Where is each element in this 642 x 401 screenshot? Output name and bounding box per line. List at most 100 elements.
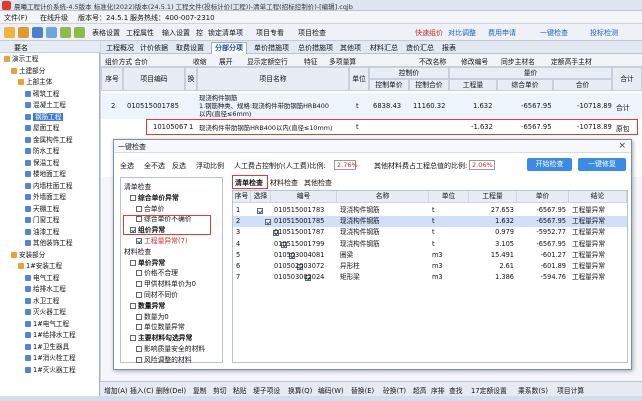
group-mode[interactable]: 组价方式 合价 xyxy=(105,56,148,66)
check-option[interactable]: 同材不同价 xyxy=(136,289,178,299)
tree-node[interactable]: 1#给排水工程 xyxy=(25,331,76,339)
action-add[interactable]: 增加(A) xyxy=(104,385,128,395)
checkbox[interactable] xyxy=(136,324,142,331)
modify-code-checkbox[interactable]: 修改编号 xyxy=(461,56,488,66)
tab-8[interactable]: 造价汇总 xyxy=(403,43,437,53)
tree-node[interactable]: 天棚工程 xyxy=(25,205,59,213)
tree-node[interactable]: 1#安装工程 xyxy=(18,262,62,270)
undo-icon[interactable] xyxy=(60,27,71,38)
row-checkbox[interactable] xyxy=(257,208,263,214)
check-option[interactable]: 数量为0 xyxy=(136,311,169,321)
tab-7[interactable]: 材料汇总 xyxy=(367,43,401,53)
close-icon[interactable]: × xyxy=(618,141,626,151)
check-option[interactable]: 综合单价异常 xyxy=(130,192,179,202)
onekey-check-button[interactable]: 一键检查 xyxy=(540,28,568,38)
tab-9[interactable]: 报表 xyxy=(439,43,459,53)
check-option[interactable]: 风险调整的材料 xyxy=(136,354,192,364)
menu-file[interactable]: 文件(F) xyxy=(4,13,28,23)
checkbox[interactable] xyxy=(130,259,136,266)
tree-node[interactable]: 保温工程 xyxy=(25,159,59,167)
tree-node[interactable]: 电气工程 xyxy=(25,274,59,282)
checkbox[interactable] xyxy=(130,302,136,309)
material-ratio-input[interactable]: 2.06% xyxy=(469,160,495,170)
tab-5[interactable]: 总价措施项 xyxy=(295,43,336,53)
tree-node[interactable]: 混凝土工程 xyxy=(25,101,66,109)
tab-1[interactable]: 计价依据 xyxy=(137,43,171,53)
tree-node[interactable]: 其他装饰工程 xyxy=(25,239,73,247)
menu-online-upgrade[interactable]: 在线升级 xyxy=(40,13,68,23)
project-props-button[interactable]: 工程属性 xyxy=(126,28,154,38)
action-replace[interactable]: 替换(E) xyxy=(351,385,374,395)
checkbox[interactable] xyxy=(136,346,142,352)
check-option[interactable]: 清单检查 xyxy=(124,181,151,191)
table-row[interactable]: 2 010515001785 现浇构件钢筋 1.钢筋种类、规格:现浇构件带肋钢筋… xyxy=(101,93,642,119)
check-option[interactable]: 单价异常 xyxy=(130,257,165,267)
check-option[interactable]: 单位数量异常 xyxy=(136,321,185,331)
tree-node[interactable]: 屋面工程 xyxy=(25,124,59,132)
checkbox[interactable] xyxy=(136,292,142,298)
new-file-icon[interactable] xyxy=(4,27,15,38)
tree-node[interactable]: 钢筋工程 xyxy=(25,112,64,121)
checkbox[interactable] xyxy=(130,335,136,342)
tree-node[interactable]: 砌筑工程 xyxy=(25,90,59,98)
table-settings-button[interactable]: 表格设置 xyxy=(92,28,120,38)
action-paste[interactable]: 粘贴 xyxy=(233,385,247,395)
action-project_calc[interactable]: 项目计算 xyxy=(557,385,584,395)
checkbox[interactable] xyxy=(136,356,142,363)
quota-main-checkbox[interactable]: 定额高手主材 xyxy=(551,56,592,66)
tree-node[interactable]: 1#消火栓工程 xyxy=(25,354,76,362)
check-option[interactable]: 合单价 xyxy=(136,203,164,213)
float-ratio-button[interactable]: 浮动比例 xyxy=(196,161,224,171)
print-icon[interactable] xyxy=(46,27,57,38)
feature-checkbox[interactable]: 特征 xyxy=(304,56,318,66)
action-high[interactable]: 超高 xyxy=(413,385,427,395)
checkbox[interactable] xyxy=(136,281,142,288)
select-none-button[interactable]: 全不选 xyxy=(144,161,165,171)
tree-node[interactable]: 给排水工程 xyxy=(25,285,66,293)
action-rate[interactable]: 乘系数(S) xyxy=(518,385,548,395)
tree-node[interactable]: 上部主体 xyxy=(18,78,52,86)
tree-node[interactable]: 水卫工程 xyxy=(25,297,59,305)
checkbox[interactable] xyxy=(136,238,142,244)
sync-main-checkbox[interactable]: 同步主材名 xyxy=(501,56,535,66)
action-sort[interactable]: 序排 xyxy=(431,385,445,395)
action-fill[interactable]: 埂子项设 xyxy=(253,385,280,395)
checkbox[interactable] xyxy=(136,205,142,212)
show-quota-row-checkbox[interactable]: 显示定额空行 xyxy=(247,56,288,66)
tab-2[interactable]: 取费设置 xyxy=(173,43,207,53)
row-checkbox[interactable] xyxy=(265,219,271,226)
checkbox[interactable] xyxy=(136,313,142,320)
action-copy[interactable]: 复制 xyxy=(193,385,207,395)
tree-node[interactable]: 门窗工程 xyxy=(25,216,59,224)
check-tab-1[interactable]: 材料检查 xyxy=(270,178,298,188)
select-all-button[interactable]: 全选 xyxy=(120,161,134,171)
check-option[interactable]: 数量异常 xyxy=(130,300,165,310)
project-check-button[interactable]: 项目检查 xyxy=(298,28,326,38)
lock-list-button[interactable]: 锁定清单项 xyxy=(208,28,243,38)
tree-node[interactable]: 防水工程 xyxy=(25,147,59,155)
check-option[interactable]: 材料检查 xyxy=(124,246,151,256)
tab-3[interactable]: 分部分项 xyxy=(211,42,247,54)
checkbox[interactable] xyxy=(136,270,142,277)
quick-price-button[interactable]: 快速组价 xyxy=(415,28,443,38)
fee-apply-button[interactable]: 费用申请 xyxy=(488,28,516,38)
invert-selection-button[interactable]: 反选 xyxy=(172,161,186,171)
tree-node[interactable]: 土建部分 xyxy=(11,67,45,75)
tree-node[interactable]: 1#卫生器具 xyxy=(25,343,69,351)
tree-node[interactable]: 1#电气工程 xyxy=(25,320,69,328)
check-option[interactable]: 影响质量安全的材料 xyxy=(136,343,205,353)
tab-6[interactable]: 其他项 xyxy=(337,43,364,53)
check-option[interactable]: 甲供材料单价为0 xyxy=(136,278,196,288)
action-borrow[interactable]: 砼换(T) xyxy=(383,385,406,395)
import-settings-button[interactable]: 输入设置 xyxy=(162,28,190,38)
control-button[interactable]: 控 xyxy=(196,28,203,38)
start-check-button[interactable]: 开始检查 xyxy=(527,158,572,171)
action-reorder[interactable]: 编码(W) xyxy=(318,385,344,395)
check-option[interactable]: 主要材料勾选异常 xyxy=(130,332,192,342)
bid-inspect-button[interactable]: 投标检测 xyxy=(590,28,618,38)
multi-quantity-checkbox[interactable]: 多项量算 xyxy=(329,56,356,66)
action-delete[interactable]: 删除(Del) xyxy=(156,385,186,395)
tab-4[interactable]: 单价措施项 xyxy=(251,43,292,53)
action-find[interactable]: 查找 xyxy=(449,385,463,395)
action-convert[interactable]: 换算(Q) xyxy=(288,385,312,395)
